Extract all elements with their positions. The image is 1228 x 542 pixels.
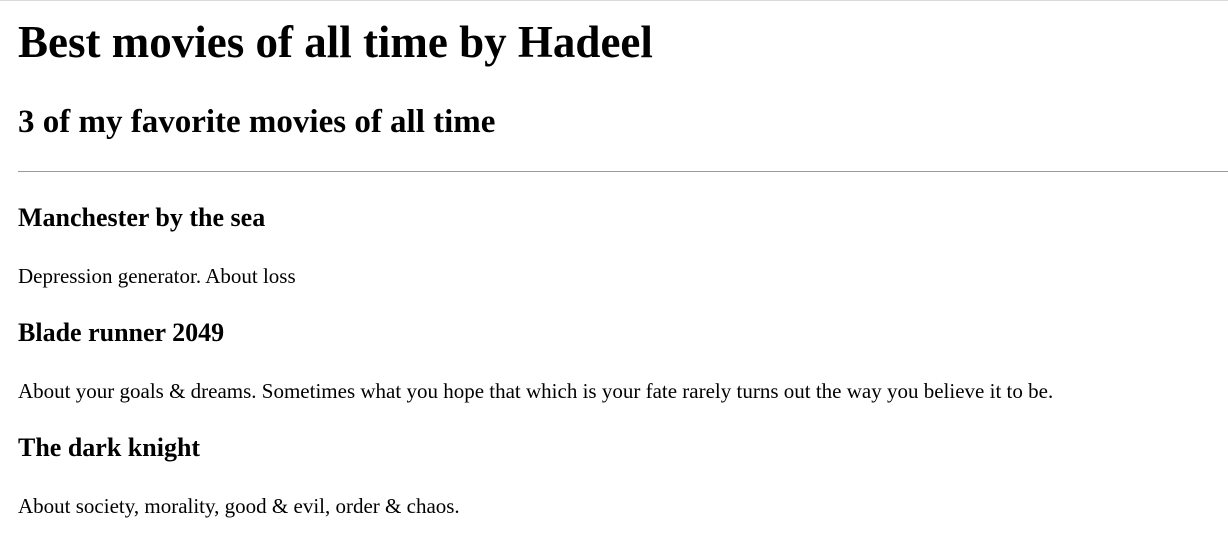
movie-description: About your goals & dreams. Sometimes wha… xyxy=(18,379,1054,403)
top-border xyxy=(0,0,1228,1)
movie-title: Blade runner 2049 xyxy=(18,318,225,347)
movie-description: About society, morality, good & evil, or… xyxy=(18,494,460,518)
page-title: Best movies of all time by Hadeel xyxy=(18,17,653,67)
page-subtitle: 3 of my favorite movies of all time xyxy=(18,104,496,140)
movie-title: The dark knight xyxy=(18,433,201,462)
movie-description: Depression generator. About loss xyxy=(18,264,296,288)
movie-title: Manchester by the sea xyxy=(18,203,266,232)
section-divider xyxy=(18,171,1228,172)
